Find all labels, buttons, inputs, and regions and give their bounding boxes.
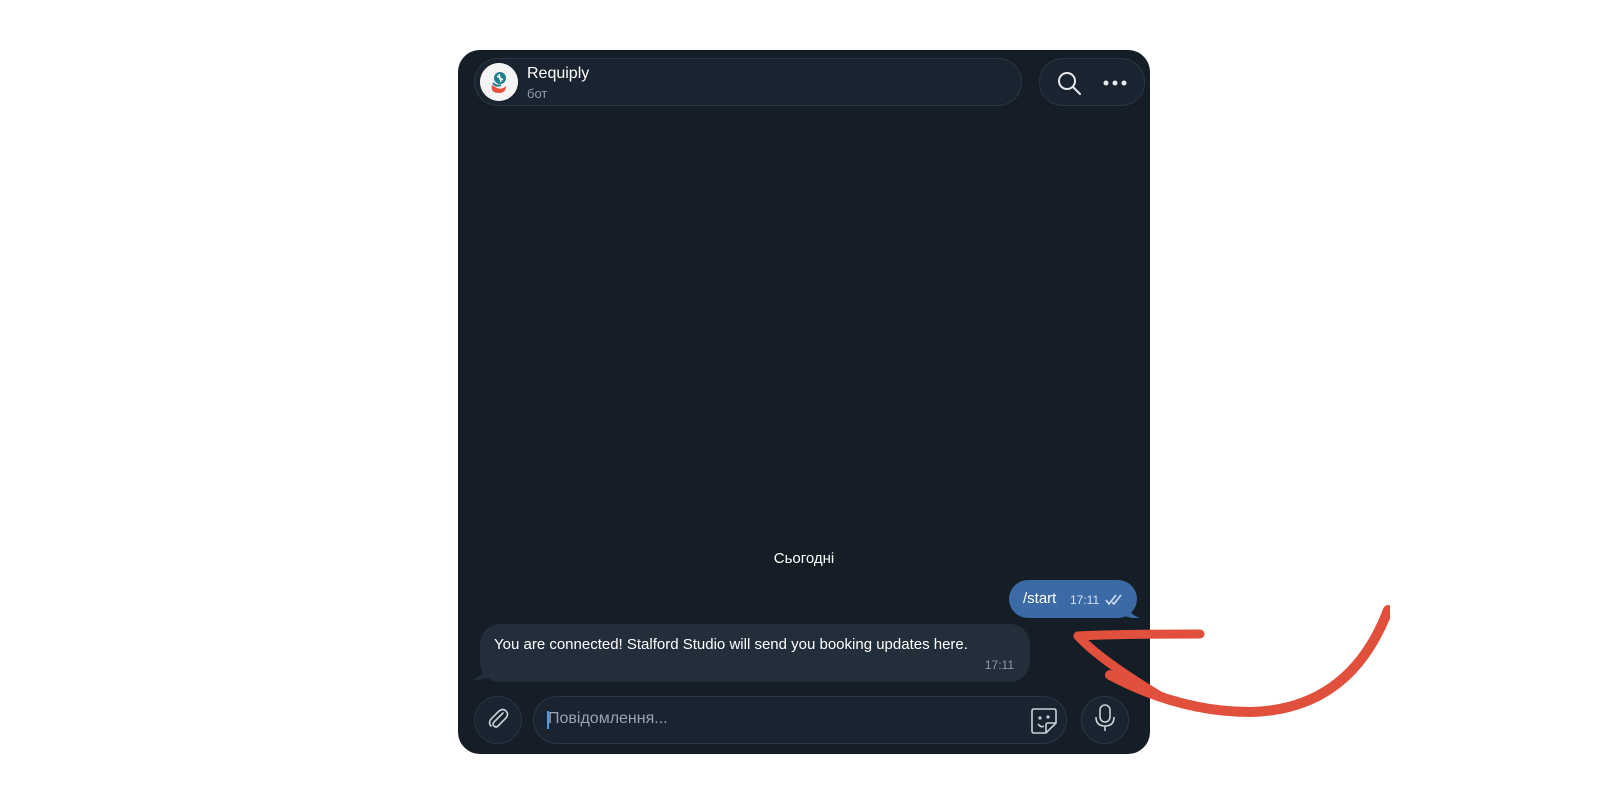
chat-title: Requiply	[527, 65, 590, 82]
sticker-icon[interactable]	[1028, 705, 1060, 737]
message-input[interactable]	[548, 710, 1008, 728]
more-icon[interactable]	[1100, 68, 1130, 98]
chat-header[interactable]: Requiply бот	[474, 58, 1022, 106]
attach-button[interactable]	[474, 696, 522, 744]
chat-subtitle: бот	[527, 86, 548, 101]
search-icon[interactable]	[1054, 68, 1084, 98]
message-text: /start	[1023, 590, 1057, 607]
incoming-bubble-tail	[472, 664, 492, 681]
header-actions	[1039, 58, 1145, 106]
annotation-arrow	[1073, 605, 1390, 718]
date-divider: Сьогодні	[773, 550, 835, 567]
incoming-message[interactable]: You are connected! Stalford Studio will …	[480, 624, 1030, 682]
attach-icon	[485, 705, 511, 736]
message-time: 17:11	[984, 658, 1014, 672]
message-composer[interactable]	[533, 696, 1067, 744]
chat-window: Requiply бот Сьогодні /start 17:11 You a…	[458, 50, 1150, 754]
bot-avatar[interactable]	[480, 63, 518, 101]
message-text: You are connected! Stalford Studio will …	[494, 636, 968, 653]
